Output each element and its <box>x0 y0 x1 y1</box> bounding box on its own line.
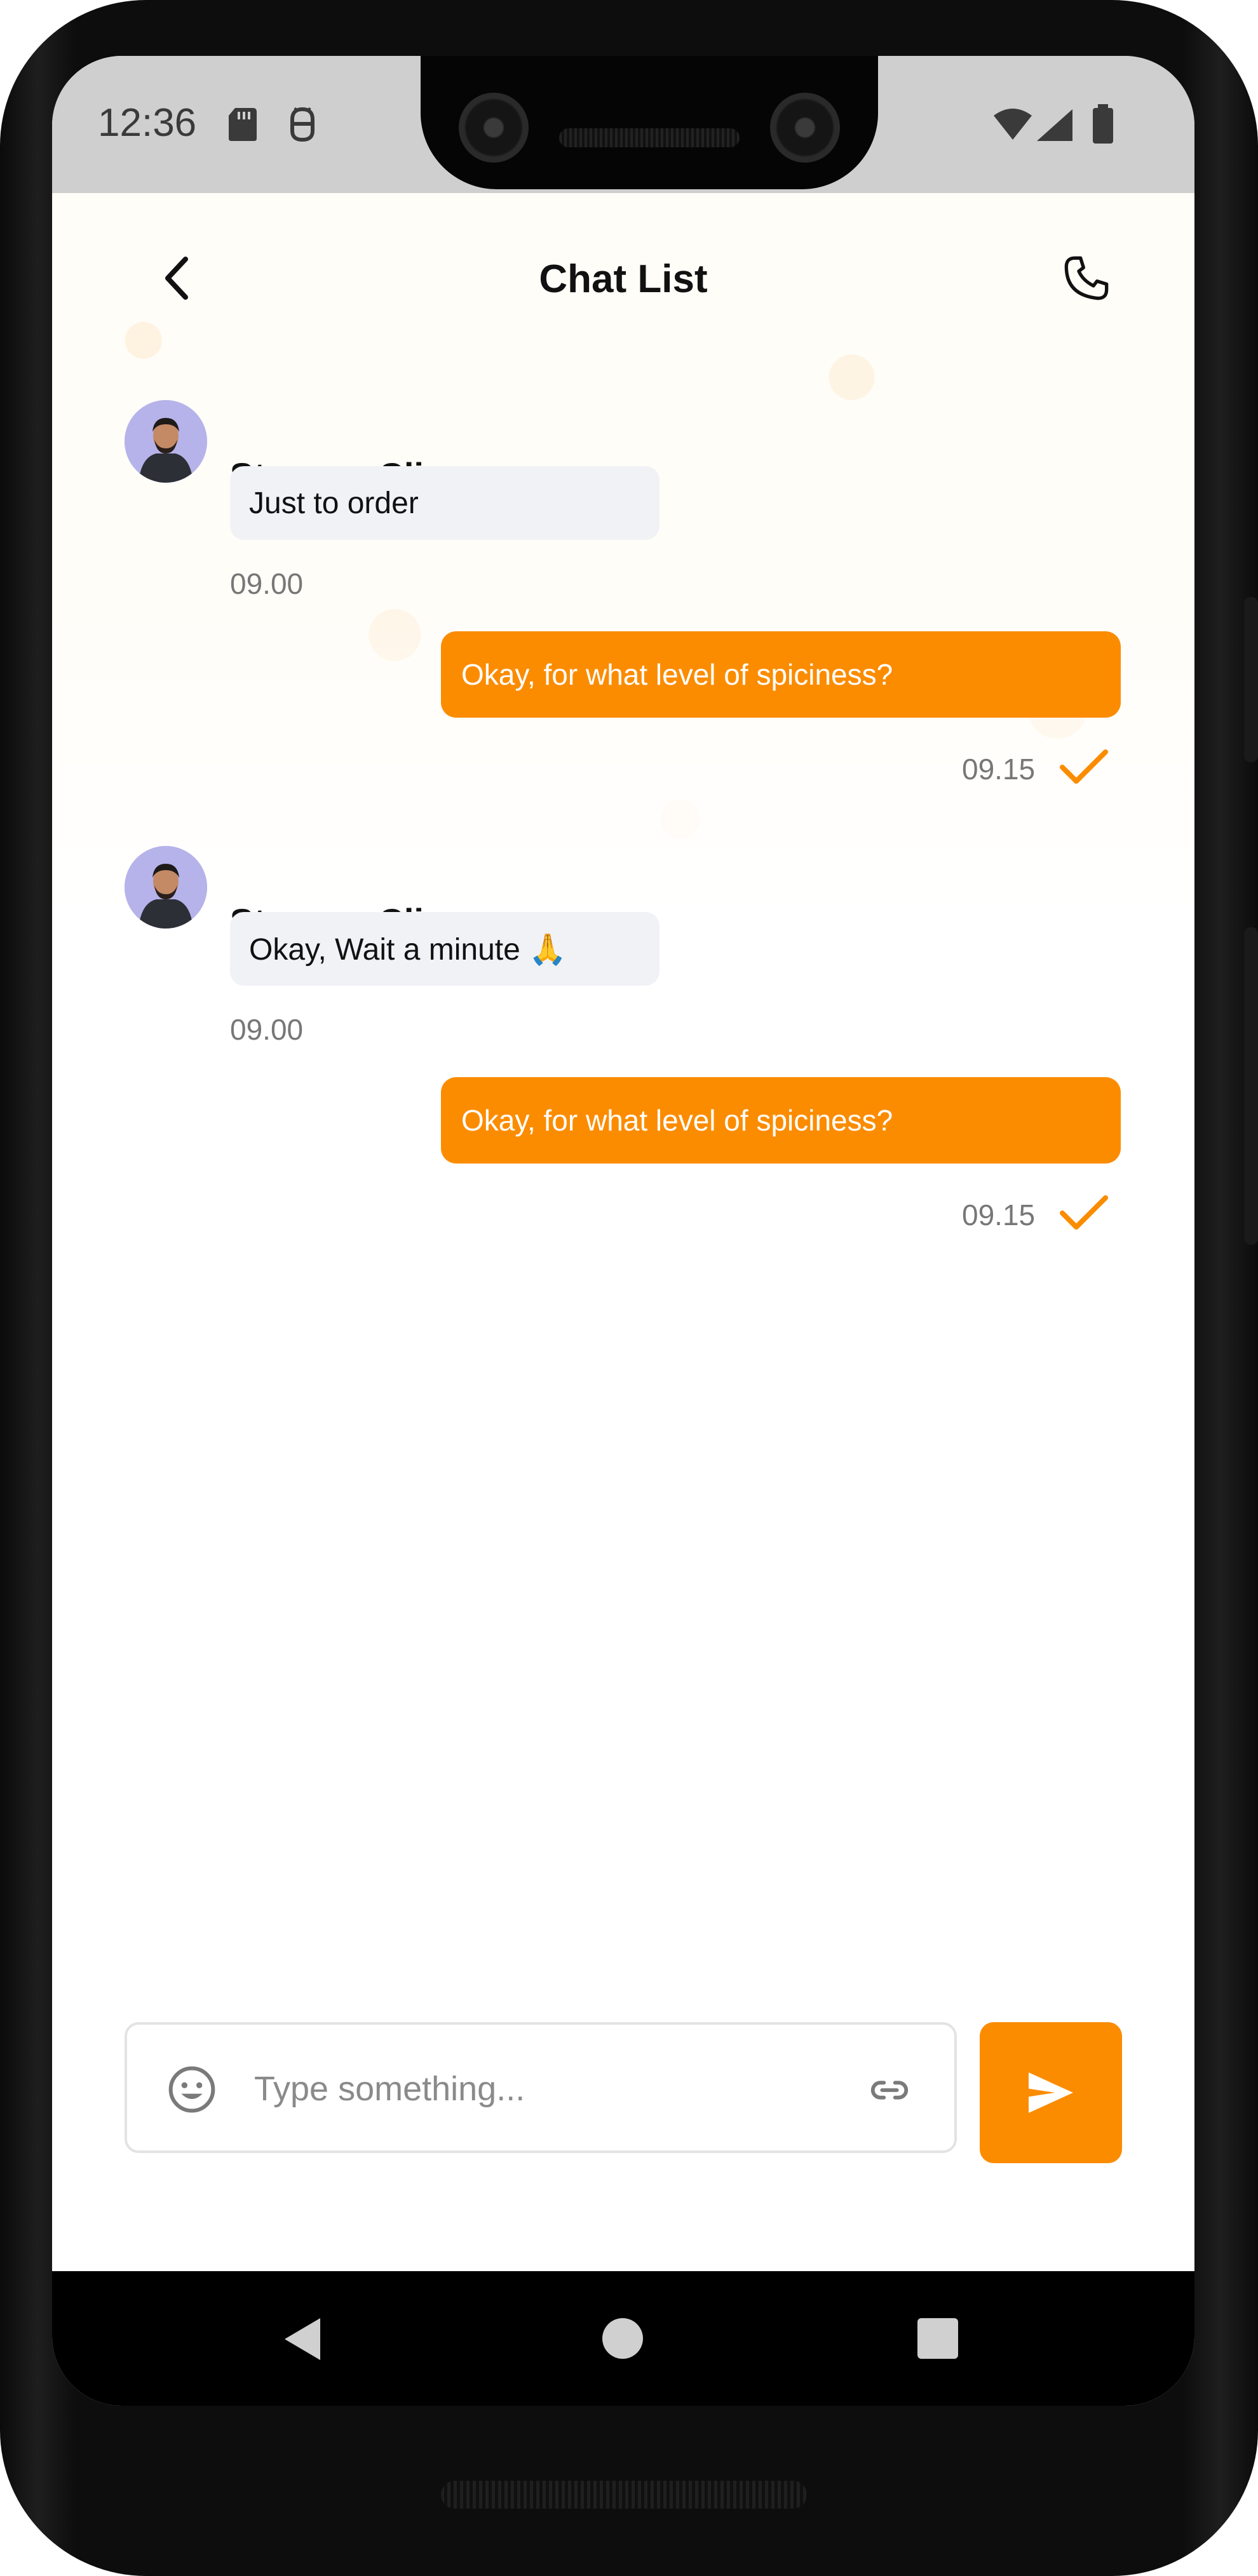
message-input[interactable] <box>254 2054 826 2124</box>
bottom-speaker-grille <box>441 2481 807 2509</box>
message-composer <box>125 2022 957 2153</box>
status-time: 12:36 <box>98 101 197 145</box>
person-avatar-icon <box>125 400 207 483</box>
send-button[interactable] <box>980 2022 1122 2163</box>
avatar[interactable] <box>125 400 207 483</box>
nav-home-icon[interactable] <box>602 2318 643 2359</box>
send-icon <box>1029 2072 1073 2113</box>
emoji-icon[interactable] <box>166 2064 217 2115</box>
call-button[interactable] <box>1042 234 1131 323</box>
sd-card-icon <box>229 108 257 141</box>
nav-back-icon[interactable] <box>283 2317 323 2361</box>
link-icon[interactable] <box>864 2068 915 2112</box>
screen: 12:36 Chat List Just to order 09.00 Okay… <box>52 56 1194 2406</box>
message-bubble[interactable]: Okay, for what level of spiciness? <box>441 631 1121 718</box>
power-button <box>1244 597 1258 762</box>
front-camera-2 <box>770 93 840 163</box>
phone-icon <box>1064 256 1109 300</box>
display-notch <box>421 56 878 189</box>
android-debug-icon <box>290 107 314 142</box>
volume-button <box>1244 927 1258 1245</box>
battery-icon <box>1093 104 1113 144</box>
person-avatar-icon <box>125 846 207 929</box>
system-navigation-bar <box>52 2271 1194 2406</box>
earpiece-speaker <box>559 128 740 147</box>
cellular-signal-icon <box>1037 109 1072 141</box>
check-icon <box>1060 749 1108 784</box>
wifi-icon <box>994 109 1032 140</box>
front-camera <box>459 93 529 163</box>
status-bar: 12:36 <box>52 56 1194 193</box>
message-bubble[interactable]: Just to order <box>230 466 659 540</box>
nav-recents-icon[interactable] <box>917 2318 958 2359</box>
app-header: Chat List <box>52 193 1194 333</box>
phone-frame: 12:36 Chat List Just to order 09.00 Okay… <box>0 0 1258 2576</box>
page-title: Chat List <box>539 257 708 301</box>
message-time: 09.15 <box>962 1198 1036 1231</box>
message-bubble[interactable]: Okay, Wait a minute 🙏 <box>230 912 659 986</box>
message-time: 09.00 <box>230 1013 304 1046</box>
message-time: 09.00 <box>230 567 304 600</box>
message-time: 09.15 <box>962 753 1036 786</box>
message-bubble[interactable]: Okay, for what level of spiciness? <box>441 1077 1121 1164</box>
avatar[interactable] <box>125 846 207 929</box>
check-icon <box>1060 1195 1108 1230</box>
